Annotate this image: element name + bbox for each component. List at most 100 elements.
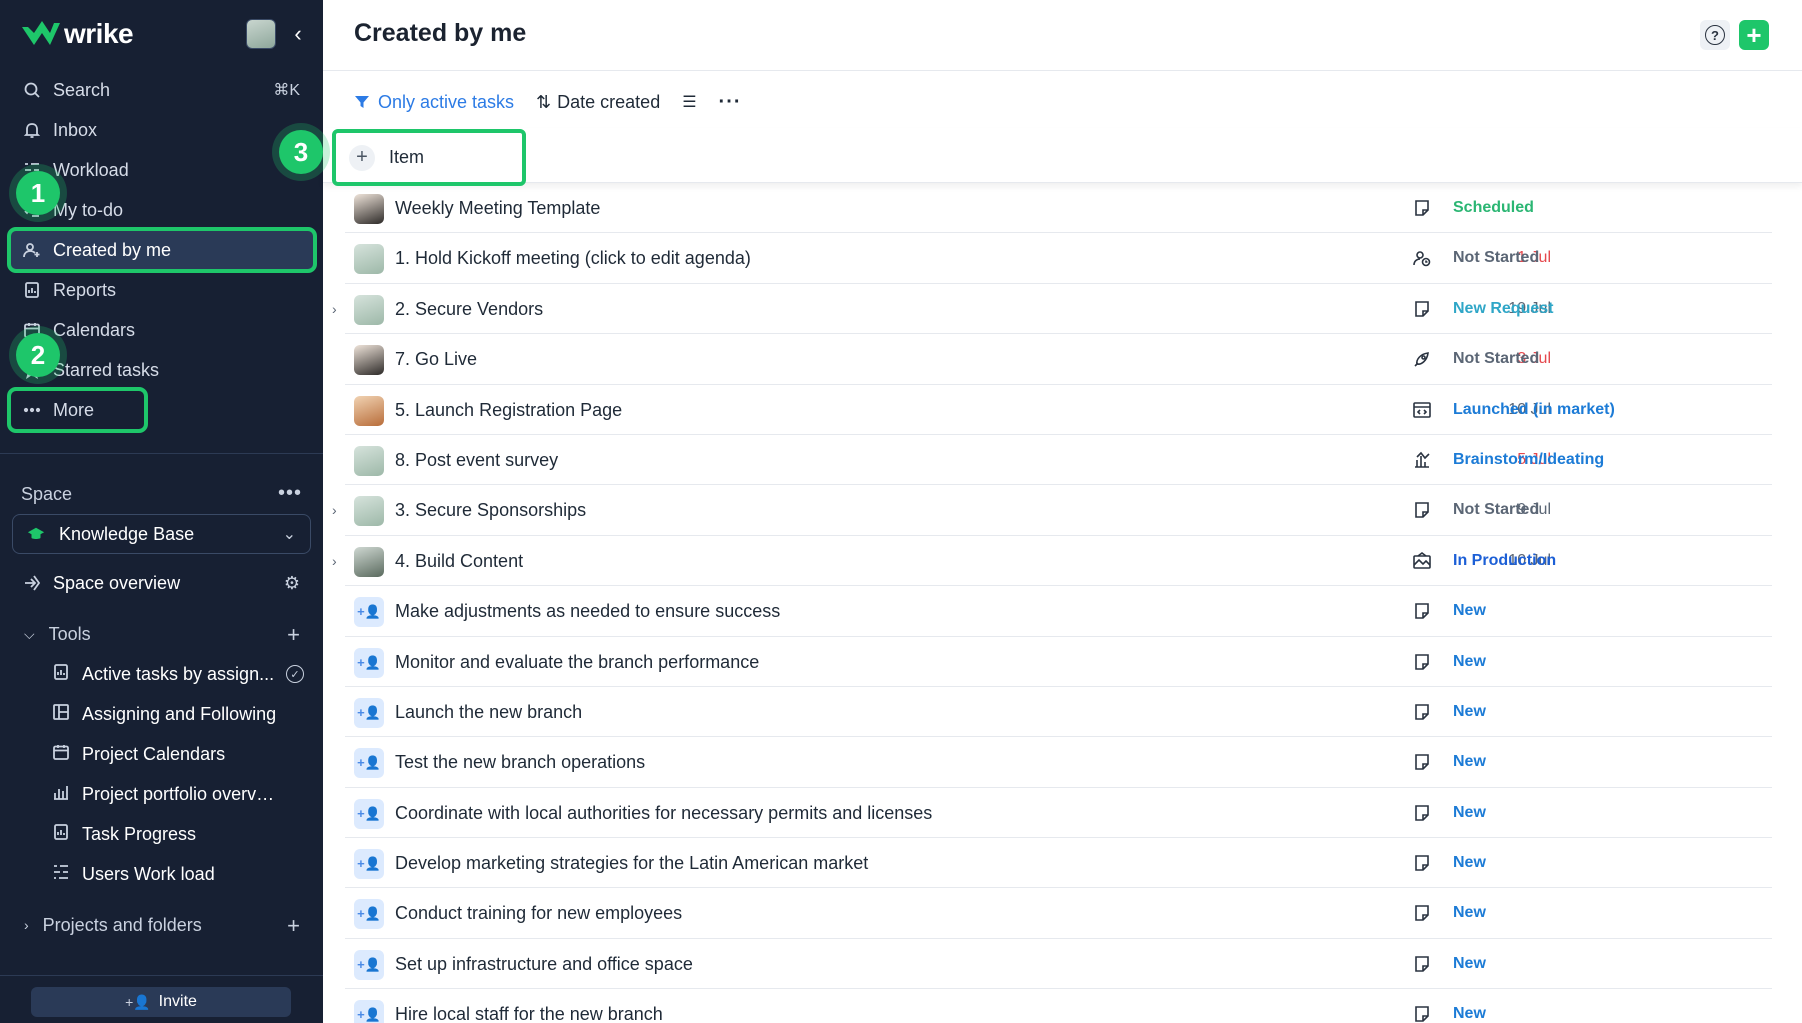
tool-item[interactable]: Task Progress xyxy=(40,814,314,854)
table-row[interactable]: 7. Go Live 3 Jul Not Started xyxy=(345,334,1772,385)
tool-item[interactable]: Active tasks by assign... ✓ xyxy=(40,654,314,694)
status-badge[interactable]: New xyxy=(1453,804,1486,822)
assignee-avatar[interactable] xyxy=(354,496,384,527)
assignee-avatar[interactable] xyxy=(354,395,384,426)
sidebar-item-created-by-me[interactable]: Created by me xyxy=(7,227,317,273)
table-row[interactable]: +👤 Test the new branch operations New xyxy=(345,737,1772,788)
subtasks-toggle-icon[interactable]: ☰ xyxy=(682,92,696,112)
task-title[interactable]: Hire local staff for the new branch xyxy=(395,1004,663,1023)
task-title[interactable]: Make adjustments as needed to ensure suc… xyxy=(395,601,780,622)
user-avatar[interactable] xyxy=(246,19,276,49)
create-button[interactable]: + xyxy=(1739,20,1769,50)
task-title[interactable]: Launch the new branch xyxy=(395,702,582,723)
space-more-icon[interactable]: ••• xyxy=(278,482,302,505)
table-row[interactable]: 8. Post event survey 5 Jul Brainstorm/Idea… xyxy=(345,435,1772,486)
task-title[interactable]: Weekly Meeting Template xyxy=(395,198,600,219)
assignee-avatar[interactable] xyxy=(354,546,384,577)
task-title[interactable]: 1. Hold Kickoff meeting (click to edit a… xyxy=(395,248,751,269)
help-button[interactable]: ? xyxy=(1700,20,1730,50)
projects-section-header[interactable]: › Projects and folders + xyxy=(10,905,314,945)
table-row[interactable]: › 2. Secure Vendors 19 Jul New Request xyxy=(332,284,1772,335)
invite-button[interactable]: +👤 Invite xyxy=(31,987,291,1017)
status-badge[interactable]: New xyxy=(1453,653,1486,671)
tool-item[interactable]: Project portfolio overview xyxy=(40,774,314,814)
assignee-avatar[interactable] xyxy=(354,194,384,224)
table-row[interactable]: +👤 Conduct training for new employees New xyxy=(345,888,1772,939)
add-project-icon[interactable]: + xyxy=(287,913,300,939)
task-title[interactable]: Conduct training for new employees xyxy=(395,903,682,924)
assign-user-icon[interactable]: +👤 xyxy=(354,798,384,829)
chevron-right-icon[interactable]: › xyxy=(332,553,337,569)
sidebar-item-more[interactable]: More xyxy=(7,387,148,433)
table-row[interactable]: +👤 Develop marketing strategies for the L… xyxy=(345,838,1772,889)
assign-user-icon[interactable]: +👤 xyxy=(354,949,384,980)
status-badge[interactable]: New xyxy=(1453,703,1486,721)
status-badge[interactable]: In Production xyxy=(1453,552,1556,570)
gear-icon[interactable]: ⚙ xyxy=(284,573,300,594)
table-row[interactable]: +👤 Hire local staff for the new branch New xyxy=(345,989,1772,1023)
assignee-avatar[interactable] xyxy=(354,345,384,376)
table-row[interactable]: 1. Hold Kickoff meeting (click to edit a… xyxy=(345,233,1772,284)
table-row[interactable]: +👤 Launch the new branch New xyxy=(345,687,1772,738)
assign-user-icon[interactable]: +👤 xyxy=(354,1000,384,1023)
table-row[interactable]: › 4. Build Content 10 Jul In Production xyxy=(332,536,1772,587)
space-selector[interactable]: Knowledge Base ⌄ xyxy=(12,514,311,554)
assign-user-icon[interactable]: +👤 xyxy=(354,647,384,678)
assign-user-icon[interactable]: +👤 xyxy=(354,597,384,628)
table-row[interactable]: › 3. Secure Sponsorships 9 Jul Not Started xyxy=(332,485,1772,536)
table-row[interactable]: +👤 Set up infrastructure and office space… xyxy=(345,939,1772,990)
task-title[interactable]: 5. Launch Registration Page xyxy=(395,400,622,421)
status-badge[interactable]: New xyxy=(1453,955,1486,973)
table-row[interactable]: Weekly Meeting Template Scheduled xyxy=(345,183,1772,234)
task-title[interactable]: Set up infrastructure and office space xyxy=(395,954,693,975)
tools-section-header[interactable]: ⌵ Tools + xyxy=(10,614,314,654)
assignee-avatar[interactable] xyxy=(354,445,384,476)
task-title[interactable]: Test the new branch operations xyxy=(395,752,645,773)
table-row[interactable]: +👤 Coordinate with local authorities for … xyxy=(345,788,1772,839)
status-badge[interactable]: Brainstorm/Ideating xyxy=(1453,451,1604,469)
status-badge[interactable]: New Request xyxy=(1453,300,1553,318)
assign-user-icon[interactable]: +👤 xyxy=(354,697,384,728)
assign-user-icon[interactable]: +👤 xyxy=(354,748,384,779)
chevron-right-icon[interactable]: › xyxy=(332,301,337,317)
task-title[interactable]: 2. Secure Vendors xyxy=(395,299,543,320)
sort-button[interactable]: ⇅ Date created xyxy=(536,92,660,113)
status-badge[interactable]: New xyxy=(1453,602,1486,620)
task-title[interactable]: Coordinate with local authorities for ne… xyxy=(395,803,932,824)
chevron-right-icon[interactable]: › xyxy=(332,502,337,518)
task-title[interactable]: 3. Secure Sponsorships xyxy=(395,500,586,521)
table-row[interactable]: +👤 Monitor and evaluate the branch perfor… xyxy=(345,637,1772,687)
status-badge[interactable]: New xyxy=(1453,753,1486,771)
task-title[interactable]: 4. Build Content xyxy=(395,551,523,572)
status-badge[interactable]: New xyxy=(1453,1005,1486,1023)
more-options-icon[interactable]: ··· xyxy=(719,91,742,114)
assign-user-icon[interactable]: +👤 xyxy=(354,899,384,930)
sidebar-item-reports[interactable]: Reports xyxy=(10,270,314,310)
sidebar-item-inbox[interactable]: Inbox xyxy=(10,110,314,150)
table-row[interactable]: +👤 Make adjustments as needed to ensure s… xyxy=(345,586,1772,637)
status-badge[interactable]: Not Started xyxy=(1453,501,1539,519)
assignee-avatar[interactable] xyxy=(354,244,384,275)
status-badge[interactable]: Scheduled xyxy=(1453,199,1534,217)
task-title[interactable]: Develop marketing strategies for the Lat… xyxy=(395,853,868,874)
assign-user-icon[interactable]: +👤 xyxy=(354,849,384,880)
tool-item[interactable]: Project Calendars xyxy=(40,734,314,774)
status-badge[interactable]: Launched (in market) xyxy=(1453,401,1615,419)
space-overview-link[interactable]: Space overview ⚙ xyxy=(10,563,314,603)
add-item-button[interactable]: + Item xyxy=(332,129,526,186)
filter-button[interactable]: Only active tasks xyxy=(354,92,514,113)
status-badge[interactable]: New xyxy=(1453,904,1486,922)
status-badge[interactable]: Not Started xyxy=(1453,249,1539,267)
task-title[interactable]: 8. Post event survey xyxy=(395,450,558,471)
add-tool-icon[interactable]: + xyxy=(287,622,300,648)
collapse-sidebar-button[interactable]: ‹ xyxy=(286,20,310,48)
table-row[interactable]: 5. Launch Registration Page 10 Jul Launche… xyxy=(345,385,1772,435)
task-title[interactable]: Monitor and evaluate the branch performa… xyxy=(395,652,759,673)
sidebar-item-search[interactable]: Search ⌘K xyxy=(10,70,314,110)
status-badge[interactable]: Not Started xyxy=(1453,350,1539,368)
tool-item[interactable]: Users Work load xyxy=(40,854,314,894)
assignee-avatar[interactable] xyxy=(354,294,384,325)
task-title[interactable]: 7. Go Live xyxy=(395,349,477,370)
tool-item[interactable]: Assigning and Following xyxy=(40,694,314,734)
status-badge[interactable]: New xyxy=(1453,854,1486,872)
